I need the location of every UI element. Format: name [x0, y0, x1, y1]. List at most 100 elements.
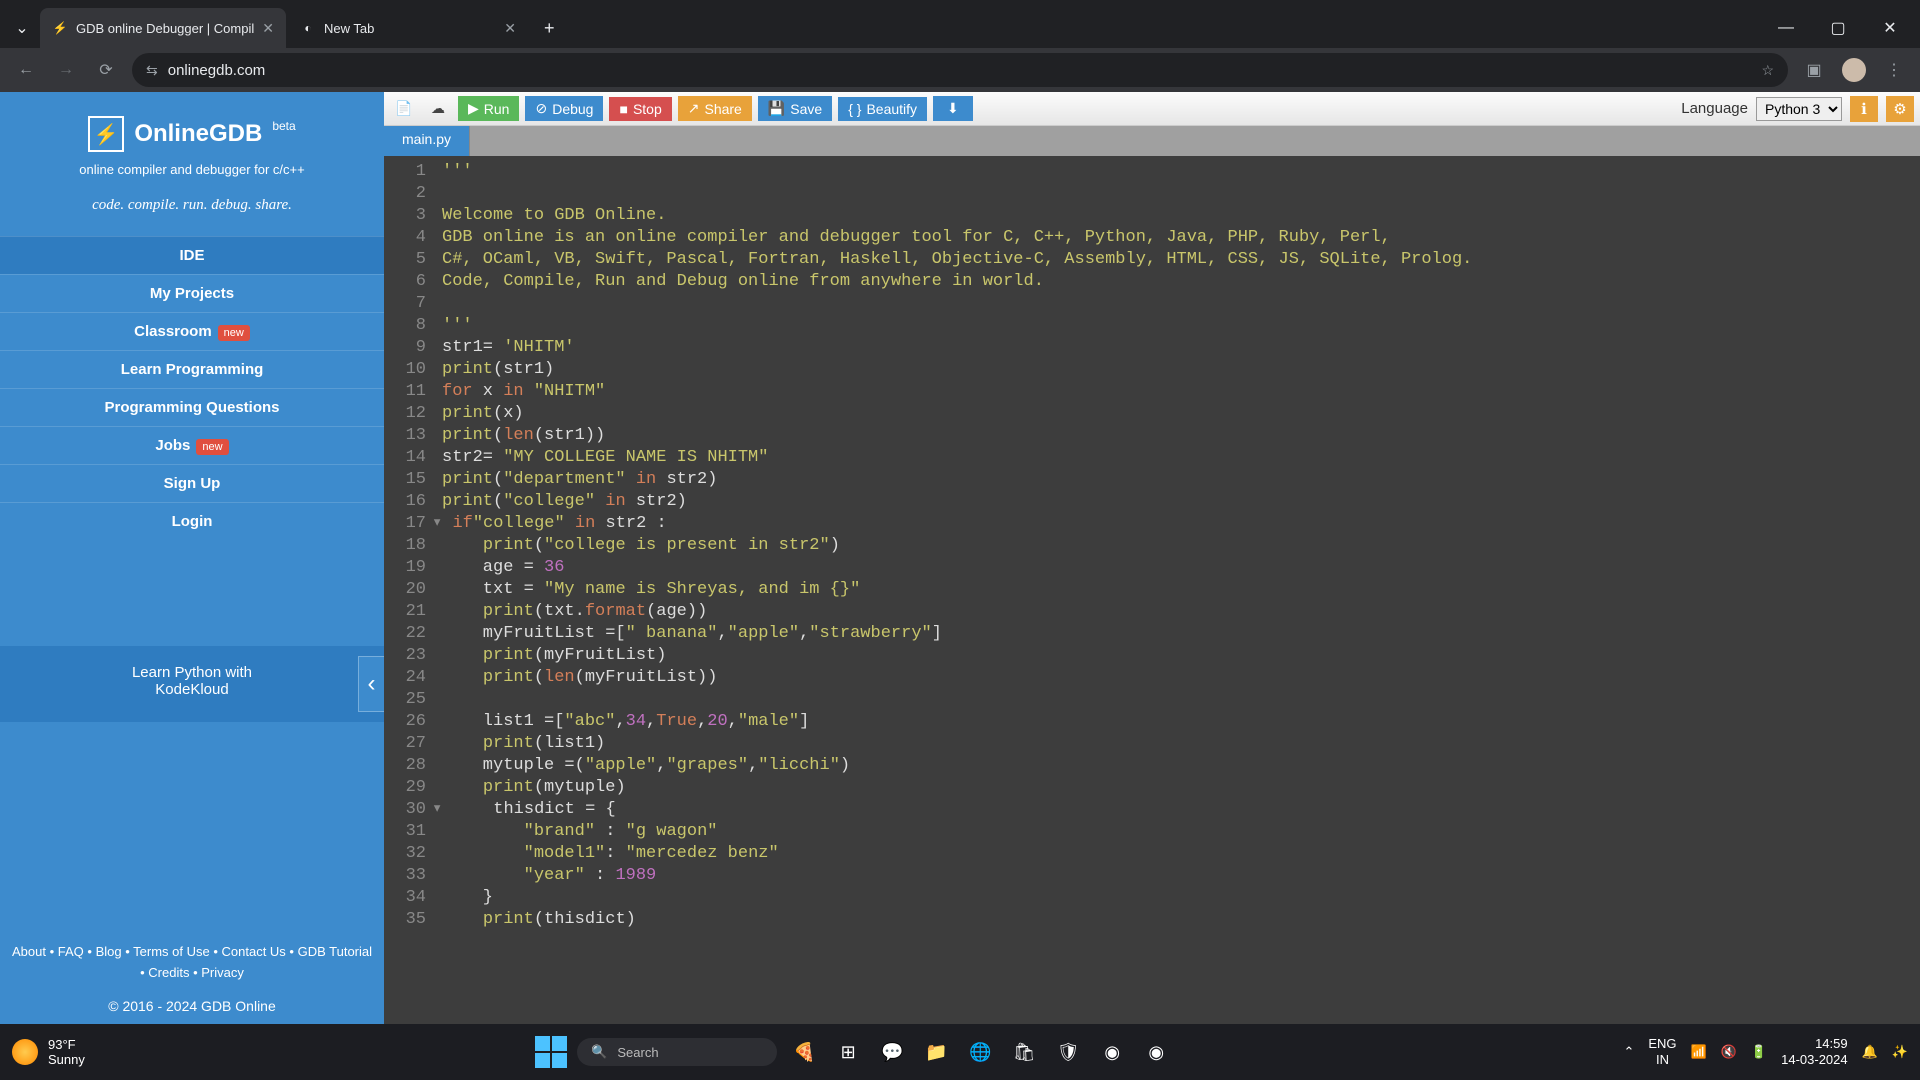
- weather-temp: 93°F: [48, 1037, 85, 1052]
- profile-avatar[interactable]: [1840, 56, 1868, 84]
- language-select[interactable]: Python 3: [1756, 97, 1842, 121]
- tray-lang2[interactable]: IN: [1648, 1052, 1676, 1068]
- close-icon[interactable]: ✕: [262, 20, 274, 37]
- play-icon: ▶: [468, 100, 479, 117]
- download-button[interactable]: ⬇: [933, 96, 973, 121]
- weather-desc: Sunny: [48, 1052, 85, 1067]
- sidebar-item[interactable]: Login: [0, 502, 384, 540]
- upload-icon[interactable]: ☁: [424, 97, 452, 121]
- address-bar[interactable]: ⇆ onlinegdb.com ☆: [132, 53, 1788, 87]
- file-tab-main[interactable]: main.py: [384, 126, 470, 156]
- app-chrome-profile-icon[interactable]: ◉: [1139, 1035, 1173, 1069]
- run-button[interactable]: ▶Run: [458, 96, 519, 121]
- reload-button[interactable]: ⟳: [92, 56, 120, 84]
- app-taskview-icon[interactable]: ⊞: [831, 1035, 865, 1069]
- tab-favicon-icon: ◐: [300, 20, 316, 36]
- sidebar-item[interactable]: Sign Up: [0, 464, 384, 502]
- app-mcafee-icon[interactable]: 🛡: [1051, 1035, 1085, 1069]
- tray-lang1[interactable]: ENG: [1648, 1036, 1676, 1052]
- info-button[interactable]: ℹ: [1850, 96, 1878, 122]
- new-badge: new: [196, 439, 228, 455]
- window-controls: ― ▢ ✕: [1764, 12, 1912, 44]
- main-area: 📄 ☁ ▶Run ⊘Debug ■Stop ↗Share 💾Save { }Be…: [384, 92, 1920, 1024]
- site-info-icon[interactable]: ⇆: [146, 62, 158, 79]
- tray-chevron-icon[interactable]: ⌃: [1623, 1044, 1634, 1060]
- app-store-icon[interactable]: 🛍: [1007, 1035, 1041, 1069]
- menu-icon[interactable]: ⋮: [1880, 56, 1908, 84]
- volume-icon[interactable]: 🔇: [1721, 1044, 1737, 1060]
- save-button[interactable]: 💾Save: [758, 96, 832, 121]
- clock-time[interactable]: 14:59: [1781, 1036, 1848, 1052]
- app-edge-icon[interactable]: 🌐: [963, 1035, 997, 1069]
- sidebar-item[interactable]: IDE: [0, 236, 384, 274]
- link-about[interactable]: About: [12, 944, 46, 959]
- footer-links: About • FAQ • Blog • Terms of Use • Cont…: [0, 934, 384, 992]
- link-faq[interactable]: FAQ: [58, 944, 84, 959]
- settings-button[interactable]: ⚙: [1886, 96, 1914, 122]
- wifi-icon[interactable]: 📶: [1691, 1044, 1707, 1060]
- tab-dropdown[interactable]: ⌄: [8, 14, 36, 42]
- app-chrome-icon[interactable]: ◉: [1095, 1035, 1129, 1069]
- forward-button[interactable]: →: [52, 56, 80, 84]
- minimize-button[interactable]: ―: [1764, 12, 1808, 44]
- browser-tab[interactable]: ◐ New Tab ✕: [288, 8, 528, 48]
- sidebar: ⚡ OnlineGDB beta online compiler and deb…: [0, 92, 384, 1024]
- promo-collapse-icon[interactable]: ‹: [358, 656, 384, 712]
- logo-icon: ⚡: [88, 116, 124, 152]
- sun-icon: [12, 1039, 38, 1065]
- save-icon: 💾: [768, 100, 785, 117]
- sidepanel-icon[interactable]: ▣: [1800, 56, 1828, 84]
- code-editor[interactable]: 1234567891011121314151617181920212223242…: [384, 156, 1920, 1024]
- browser-chrome: ⌄ ⚡GDB online Debugger | Compil✕ ◐ New Tab…: [0, 0, 1920, 92]
- clock-date[interactable]: 14-03-2024: [1781, 1052, 1848, 1068]
- copilot-icon[interactable]: ✨: [1892, 1044, 1908, 1060]
- bookmark-icon[interactable]: ☆: [1761, 62, 1774, 79]
- weather-widget[interactable]: 93°F Sunny: [12, 1037, 85, 1067]
- sidebar-item[interactable]: Learn Programming: [0, 350, 384, 388]
- link-terms[interactable]: Terms of Use: [133, 944, 210, 959]
- notifications-icon[interactable]: 🔔: [1862, 1044, 1878, 1060]
- language-label: Language: [1681, 100, 1748, 117]
- sidebar-item[interactable]: Jobsnew: [0, 426, 384, 464]
- link-blog[interactable]: Blog: [96, 944, 122, 959]
- promo-banner[interactable]: Learn Python with KodeKloud ‹: [0, 646, 384, 722]
- sidebar-item[interactable]: Classroomnew: [0, 312, 384, 350]
- link-tutorial[interactable]: GDB Tutorial: [298, 944, 372, 959]
- browser-tab[interactable]: ⚡GDB online Debugger | Compil✕: [40, 8, 286, 48]
- maximize-button[interactable]: ▢: [1816, 12, 1860, 44]
- battery-icon[interactable]: 🔋: [1751, 1044, 1767, 1060]
- share-icon: ↗: [688, 100, 700, 117]
- beautify-button[interactable]: { }Beautify: [838, 97, 927, 121]
- sidebar-item[interactable]: My Projects: [0, 274, 384, 312]
- sidebar-item-label: Jobs: [155, 437, 190, 454]
- close-icon[interactable]: ✕: [504, 20, 516, 37]
- app-chat-icon[interactable]: 💬: [875, 1035, 909, 1069]
- copyright: © 2016 - 2024 GDB Online: [0, 992, 384, 1024]
- debug-icon: ⊘: [535, 100, 547, 117]
- back-button[interactable]: ←: [12, 56, 40, 84]
- logo-area: ⚡ OnlineGDB beta online compiler and deb…: [0, 92, 384, 236]
- new-tab-button[interactable]: +: [532, 18, 567, 39]
- tab-title: New Tab: [324, 21, 374, 36]
- logo-tagline: code. compile. run. debug. share.: [16, 197, 368, 214]
- sidebar-item-label: Classroom: [134, 323, 212, 340]
- start-button[interactable]: [535, 1036, 567, 1068]
- link-contact[interactable]: Contact Us: [222, 944, 286, 959]
- stop-button[interactable]: ■Stop: [609, 97, 671, 121]
- app-explorer-icon[interactable]: 📁: [919, 1035, 953, 1069]
- file-tabs: main.py: [384, 126, 1920, 156]
- close-window-button[interactable]: ✕: [1868, 12, 1912, 44]
- new-file-icon[interactable]: 📄: [390, 97, 418, 121]
- taskbar-search[interactable]: 🔍 Search: [577, 1038, 777, 1066]
- app-food-icon[interactable]: 🍕: [787, 1035, 821, 1069]
- taskbar: 93°F Sunny 🔍 Search 🍕 ⊞ 💬 📁 🌐 🛍 🛡 ◉ ◉ ⌃ …: [0, 1024, 1920, 1080]
- code-lines[interactable]: '''Welcome to GDB Online.GDB online is a…: [434, 156, 1920, 1024]
- link-privacy[interactable]: Privacy: [201, 965, 244, 980]
- sidebar-item-label: Programming Questions: [104, 399, 279, 416]
- page-content: ⚡ OnlineGDB beta online compiler and deb…: [0, 92, 1920, 1024]
- link-credits[interactable]: Credits: [148, 965, 189, 980]
- share-button[interactable]: ↗Share: [678, 96, 752, 121]
- debug-button[interactable]: ⊘Debug: [525, 96, 603, 121]
- sidebar-item[interactable]: Programming Questions: [0, 388, 384, 426]
- promo-line2: KodeKloud: [0, 681, 384, 698]
